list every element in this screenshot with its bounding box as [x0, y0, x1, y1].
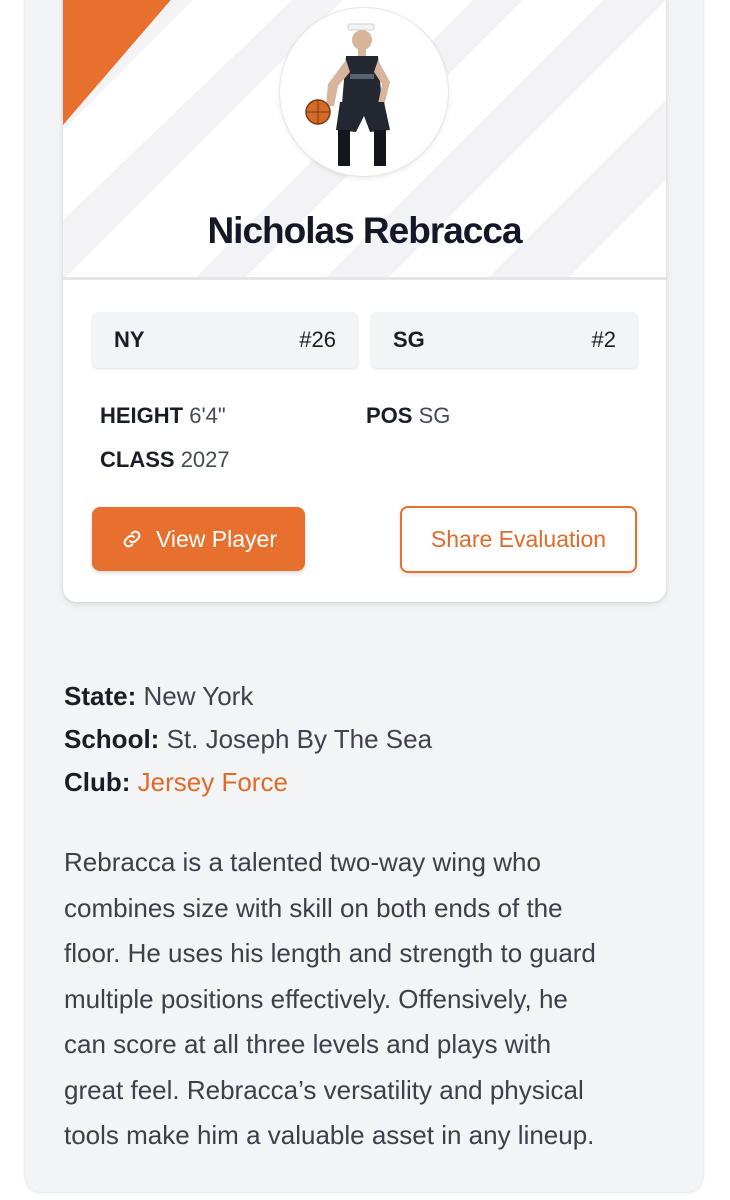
bio-line: Rebracca is a talented two-way wing who — [64, 847, 541, 877]
pos-label: POS — [366, 403, 413, 428]
state-code: NY — [114, 327, 145, 352]
link-icon — [123, 530, 141, 548]
bio-line: combines size with skill on both ends of… — [64, 892, 563, 923]
club-detail: Club: Jersey Force — [64, 767, 288, 798]
state-rank-badge: NY #26 — [92, 312, 358, 368]
state-detail: State: New York — [64, 681, 253, 712]
player-card: Nicholas Rebracca NY #26 SG #2 HEIGHT 6'… — [63, 0, 666, 602]
position-code: SG — [393, 327, 425, 352]
player-photo — [286, 14, 442, 170]
player-bio: Rebracca is a talented two-way wing who … — [64, 840, 670, 1159]
bio-line: great feel. Rebracca’s versatility and p… — [64, 1074, 584, 1105]
player-card-header: Nicholas Rebracca — [63, 0, 666, 280]
state-rank: #26 — [299, 327, 336, 352]
player-avatar — [280, 8, 448, 176]
height-stat: HEIGHT 6'4" — [100, 403, 226, 429]
player-name: Nicholas Rebracca — [207, 210, 522, 251]
position-rank: #2 — [591, 327, 616, 352]
view-player-label: View Player — [155, 525, 278, 552]
school-detail-label: School: — [64, 724, 160, 754]
class-value: 2027 — [180, 447, 230, 472]
state-detail-value: New York — [143, 681, 254, 711]
class-stat: CLASS 2027 — [100, 447, 230, 473]
bio-line: multiple positions effectively. Offensiv… — [64, 983, 568, 1014]
bio-line: can score at all three levels and plays … — [64, 1029, 552, 1059]
position-rank-badge: SG #2 — [371, 312, 638, 368]
club-detail-label: Club: — [64, 767, 131, 797]
height-value: 6'4" — [189, 403, 226, 428]
pos-value: SG — [418, 403, 451, 428]
school-detail: School: St. Joseph By The Sea — [64, 724, 432, 755]
share-evaluation-button[interactable]: Share Evaluation — [400, 506, 637, 573]
club-link[interactable]: Jersey Force — [138, 767, 288, 797]
share-evaluation-label: Share Evaluation — [430, 526, 607, 552]
state-detail-label: State: — [64, 681, 137, 711]
view-player-button[interactable]: View Player — [92, 507, 305, 571]
height-label: HEIGHT — [100, 403, 184, 428]
position-stat: POS SG — [366, 403, 450, 429]
bio-line: floor. He uses his length and strength t… — [64, 938, 596, 968]
school-detail-value: St. Joseph By The Sea — [166, 724, 433, 754]
class-label: CLASS — [100, 447, 175, 472]
bio-line: tools make him a valuable asset in any l… — [64, 1120, 595, 1150]
